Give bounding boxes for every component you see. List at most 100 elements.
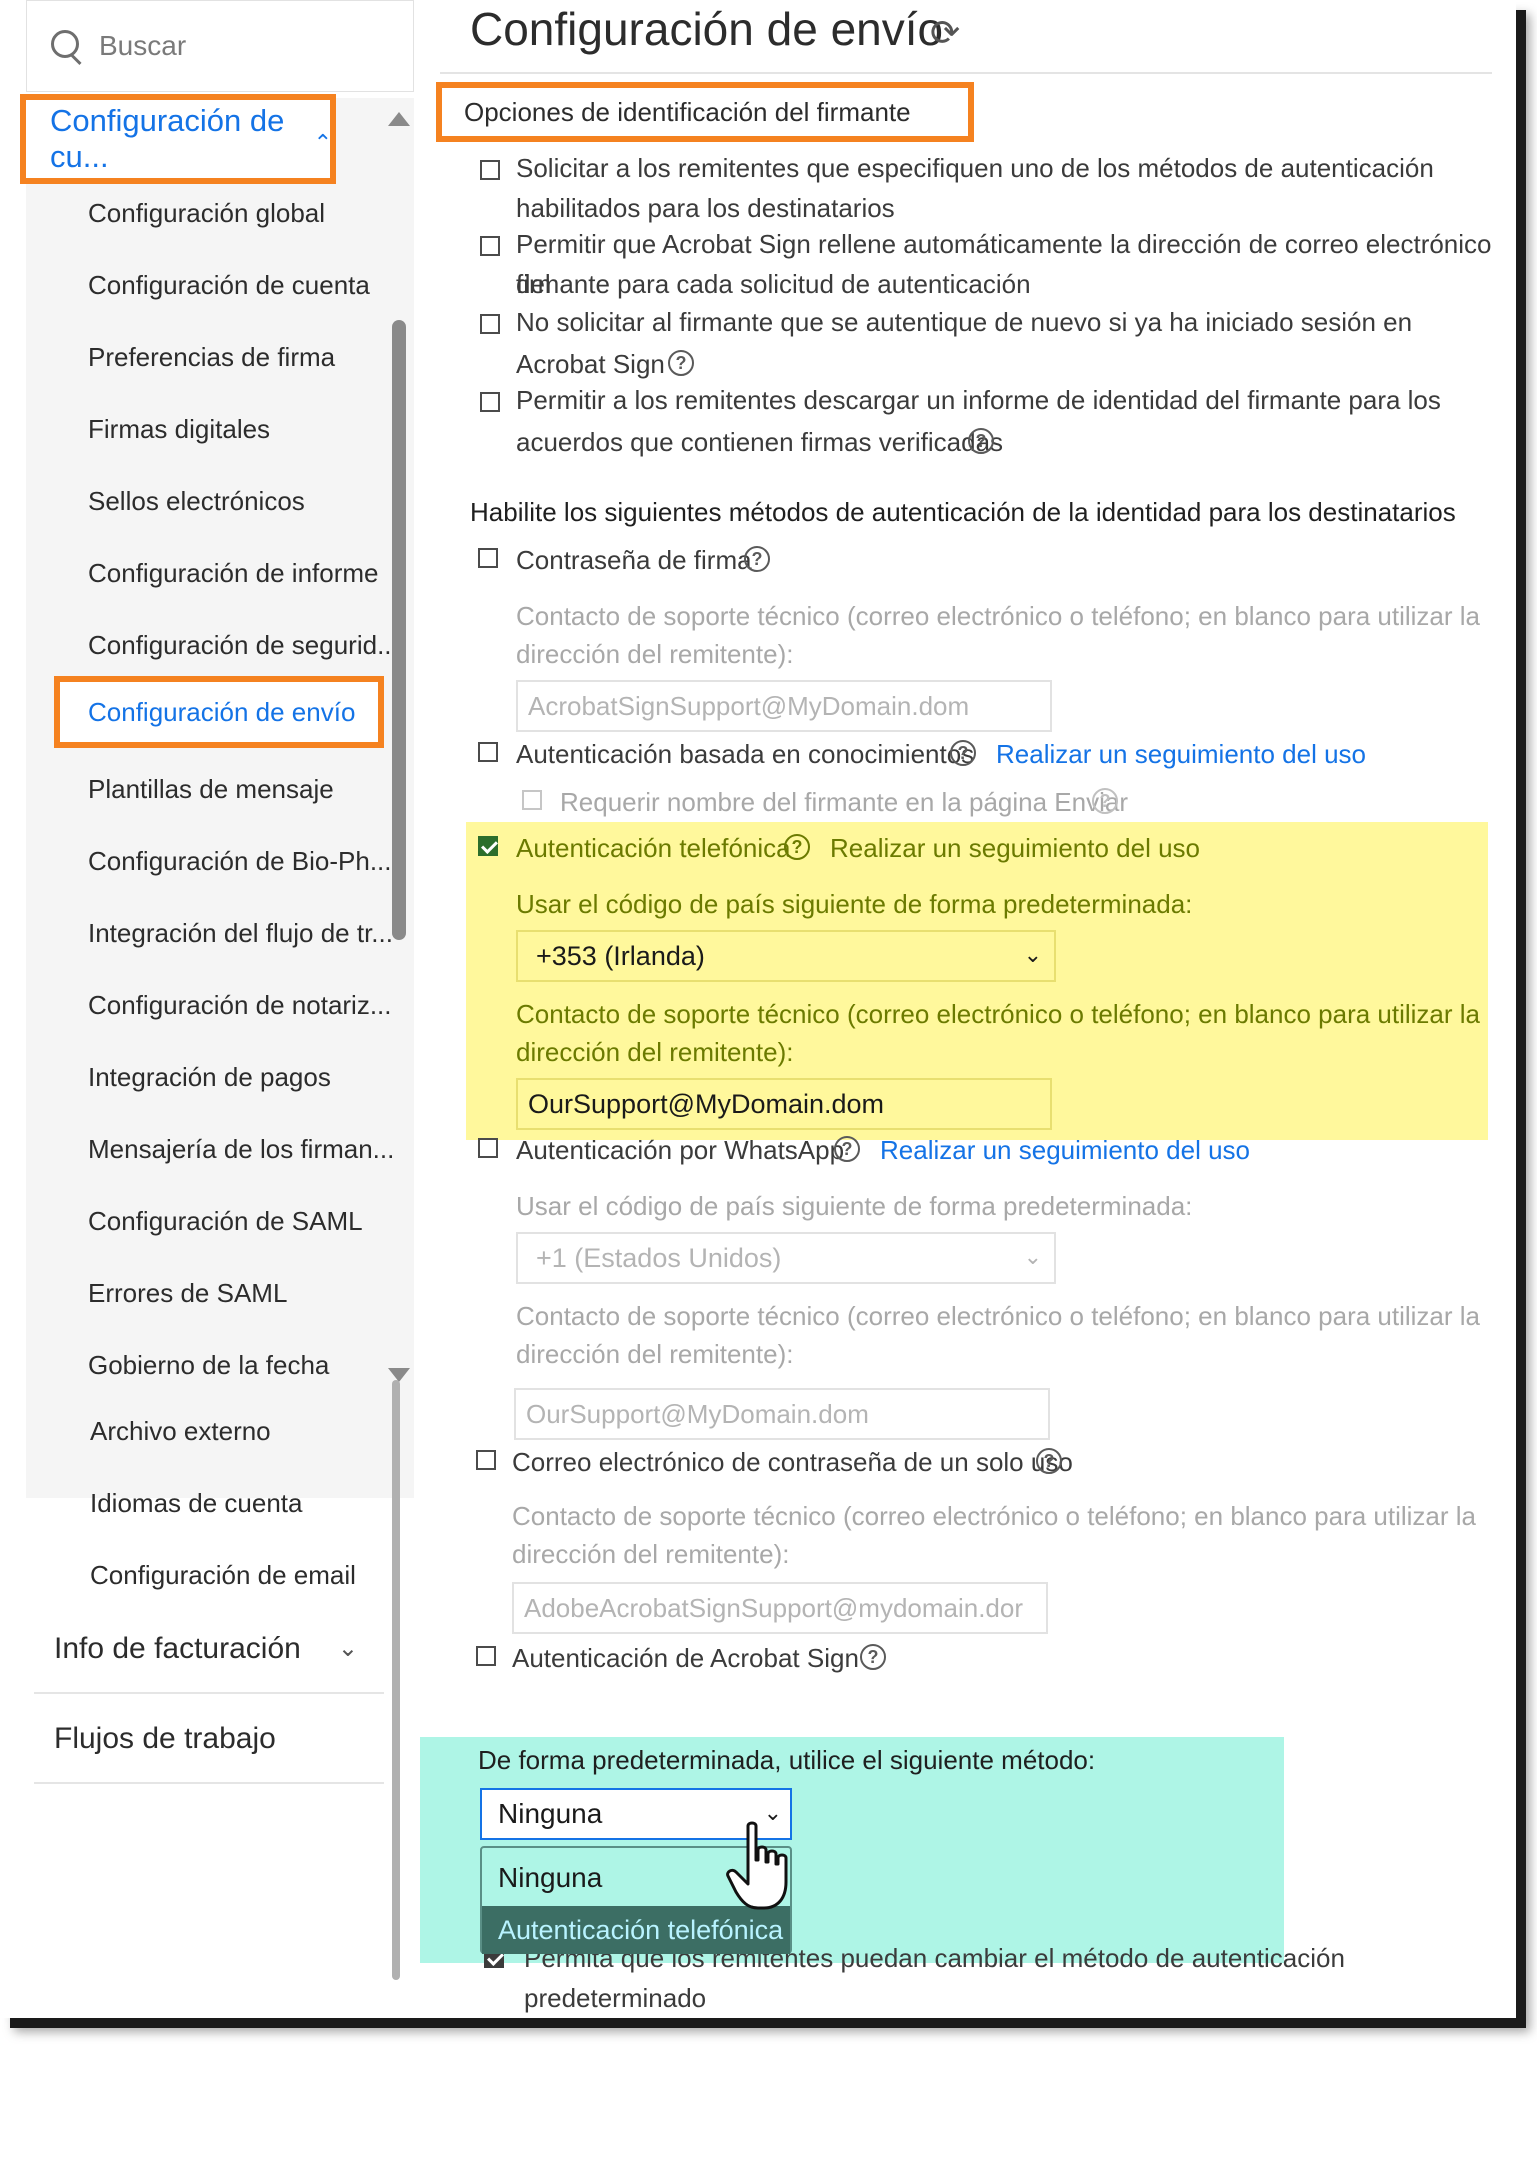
sidebar-item[interactable]: Gobierno de la fecha (88, 1350, 329, 1381)
phone-auth-checkbox[interactable] (478, 836, 498, 856)
sidebar-item[interactable]: Integración del flujo de tr... (88, 918, 393, 949)
phone-track-usage-link[interactable]: Realizar un seguimiento del uso (830, 828, 1200, 868)
help-icon[interactable]: ? (860, 1644, 886, 1670)
nav-section-workflows[interactable]: Flujos de trabajo (34, 1696, 384, 1784)
select-value: +1 (Estados Unidos) (536, 1242, 782, 1273)
password-support-field[interactable]: AcrobatSignSupport@MyDomain.dom (516, 680, 1052, 732)
sidebar: Buscar Configuración de cu... ⌃ Configur… (0, 0, 420, 2018)
page-title: Configuración de envío (470, 3, 944, 55)
option-label: Solicitar a los remitentes que especifiq… (516, 153, 1434, 183)
sidebar-item[interactable]: Configuración de email (90, 1560, 356, 1591)
option-label: acuerdos que contienen firmas verificada… (516, 427, 1004, 457)
methods-heading: Habilite los siguientes métodos de auten… (470, 497, 1456, 527)
whatsapp-contact-label: dirección del remitente): (516, 1339, 794, 1369)
refresh-icon[interactable]: ⟳ (930, 12, 960, 54)
otp-contact-label: Contacto de soporte técnico (correo elec… (512, 1501, 1477, 1531)
sidebar-item[interactable]: Configuración de notariz... (88, 990, 392, 1021)
help-icon[interactable]: ? (834, 1136, 860, 1162)
phone-auth-label: Autenticación telefónica (516, 833, 791, 863)
otp-email-checkbox[interactable] (476, 1450, 496, 1470)
help-icon[interactable]: ? (744, 546, 770, 572)
chevron-down-icon: ⌄ (337, 1635, 358, 1662)
option-label: No solicitar al firmante que se autentiq… (516, 307, 1413, 337)
kba-checkbox[interactable] (478, 742, 498, 762)
field-value: OurSupport@MyDomain.dom (526, 1398, 869, 1429)
field-value: OurSupport@MyDomain.dom (528, 1088, 885, 1119)
help-icon[interactable]: ? (950, 740, 976, 766)
chevron-down-icon: ⌄ (1023, 1244, 1042, 1269)
scroll-down-arrow-icon[interactable] (388, 1368, 410, 1382)
sidebar-item[interactable]: Errores de SAML (88, 1278, 287, 1309)
sidebar-item[interactable]: Configuración global (88, 198, 325, 229)
otp-contact-label: dirección del remitente): (512, 1539, 790, 1569)
sidebar-item[interactable]: Integración de pagos (88, 1062, 331, 1093)
phone-contact-label: Contacto de soporte técnico (correo elec… (516, 999, 1481, 1029)
sidebar-item-active[interactable]: Configuración de envío (54, 676, 384, 748)
help-icon[interactable]: ? (1036, 1448, 1062, 1474)
option-checkbox[interactable] (480, 236, 500, 256)
search-input[interactable]: Buscar (26, 0, 414, 92)
help-icon[interactable]: ? (968, 428, 994, 454)
sidebar-item[interactable]: Firmas digitales (88, 414, 270, 445)
sidebar-item[interactable]: Mensajería de los firman... (88, 1134, 394, 1165)
sidebar-item[interactable]: Plantillas de mensaje (88, 774, 334, 805)
sidebar-item[interactable]: Archivo externo (90, 1416, 271, 1447)
sidebar-scrollbar-track[interactable] (392, 1380, 400, 1980)
section-title-label: Opciones de identificación del firmante (464, 96, 911, 127)
option-checkbox[interactable] (480, 160, 500, 180)
password-checkbox[interactable] (478, 548, 498, 568)
option-checkbox[interactable] (480, 314, 500, 334)
select-value: Ninguna (498, 1798, 603, 1829)
whatsapp-country-label: Usar el código de país siguiente de form… (516, 1191, 1193, 1221)
option-label: habilitados para los destinatarios (516, 193, 895, 223)
option-checkbox[interactable] (480, 392, 500, 412)
dropdown-option-phone[interactable]: Autenticación telefónica (482, 1906, 790, 1954)
default-method-label: De forma predeterminada, utilice el sigu… (478, 1745, 1096, 1775)
field-value: AdobeAcrobatSignSupport@mydomain.dor (524, 1592, 1024, 1623)
phone-country-label: Usar el código de país siguiente de form… (516, 889, 1193, 919)
whatsapp-country-select[interactable]: +1 (Estados Unidos) ⌄ (516, 1232, 1056, 1284)
nav-section-billing[interactable]: Info de facturación ⌄ (34, 1606, 384, 1694)
password-label: Contraseña de firma (516, 545, 752, 575)
sidebar-item[interactable]: Configuración de SAML (88, 1206, 363, 1237)
dropdown-option-none[interactable]: Ninguna (498, 1862, 602, 1894)
sidebar-item[interactable]: Idiomas de cuenta (90, 1488, 302, 1519)
help-icon[interactable]: ? (784, 834, 810, 860)
dropdown-option-label: Autenticación telefónica (498, 1914, 784, 1945)
chevron-down-icon: ⌄ (1023, 942, 1042, 967)
sidebar-item[interactable]: Configuración de segurid... (88, 630, 399, 661)
search-icon (49, 28, 85, 64)
acrobat-sign-auth-label: Autenticación de Acrobat Sign (512, 1643, 859, 1673)
search-placeholder: Buscar (99, 30, 187, 61)
help-icon[interactable]: ? (1092, 788, 1118, 814)
sidebar-item[interactable]: Sellos electrónicos (88, 486, 305, 517)
phone-country-select[interactable]: +353 (Irlanda) ⌄ (516, 930, 1056, 982)
kba-require-name-checkbox[interactable] (522, 790, 542, 810)
help-icon[interactable]: ? (668, 350, 694, 376)
sidebar-item[interactable]: Configuración de cuenta (88, 270, 370, 301)
nav-section-label: Flujos de trabajo (54, 1722, 276, 1755)
whatsapp-label: Autenticación por WhatsApp (516, 1135, 845, 1165)
whatsapp-contact-label: Contacto de soporte técnico (correo elec… (516, 1301, 1481, 1331)
whatsapp-track-usage-link[interactable]: Realizar un seguimiento del uso (880, 1130, 1250, 1170)
nav-section-label: Info de facturación (54, 1632, 301, 1665)
field-value: AcrobatSignSupport@MyDomain.dom (528, 690, 970, 721)
kba-require-name-label: Requerir nombre del firmante en la págin… (560, 787, 1128, 817)
phone-contact-label: dirección del remitente): (516, 1037, 794, 1067)
sidebar-item[interactable]: Preferencias de firma (88, 342, 335, 373)
scroll-up-arrow-icon[interactable] (388, 112, 410, 126)
kba-track-usage-link[interactable]: Realizar un seguimiento del uso (996, 734, 1366, 774)
nav-group-account-settings[interactable]: Configuración de cu... ⌃ (20, 94, 336, 184)
sidebar-item[interactable]: Configuración de Bio-Ph... (88, 846, 392, 877)
whatsapp-support-field[interactable]: OurSupport@MyDomain.dom (514, 1388, 1050, 1440)
otp-email-label: Correo electrónico de contraseña de un s… (512, 1447, 1073, 1477)
sidebar-scrollbar[interactable] (392, 320, 406, 940)
chevron-up-icon: ⌃ (313, 130, 332, 155)
screenshot-frame: Buscar Configuración de cu... ⌃ Configur… (0, 0, 1516, 2018)
sidebar-item[interactable]: Configuración de informe (88, 558, 379, 589)
whatsapp-checkbox[interactable] (478, 1138, 498, 1158)
phone-support-field[interactable]: OurSupport@MyDomain.dom (516, 1078, 1052, 1130)
option-label: Permitir a los remitentes descargar un i… (516, 385, 1441, 415)
acrobat-sign-auth-checkbox[interactable] (476, 1646, 496, 1666)
otp-support-field[interactable]: AdobeAcrobatSignSupport@mydomain.dor (512, 1582, 1048, 1634)
